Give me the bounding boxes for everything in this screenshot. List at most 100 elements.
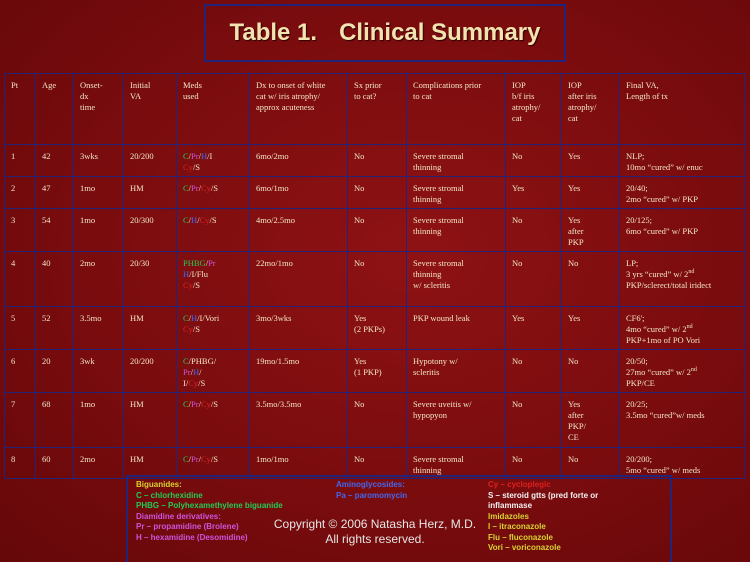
cell-iop-bf: No	[505, 208, 562, 252]
med-abbreviation: /	[199, 367, 202, 377]
column-header: Initial VA	[123, 73, 177, 145]
legend-entry: Aminoglycosides:	[336, 480, 405, 489]
cell-dx: 3mo/3wks	[249, 306, 348, 350]
cell-iop-bf: Yes	[505, 176, 562, 209]
cell-final: 20/125; 6mo “cured” w/ PKP	[619, 208, 745, 252]
cell-comp: Severe stromal thinning	[406, 144, 506, 177]
cell-iop-bf: Yes	[505, 306, 562, 350]
cell-onset: 3wk	[73, 349, 124, 393]
cell-comp: Severe uveitis w/ hypopyon	[406, 392, 506, 448]
cell-meds: C/H/I/Vori Cy/S	[176, 306, 250, 350]
med-abbreviation: Pr	[191, 151, 199, 161]
med-abbreviation: Cy	[183, 162, 193, 172]
legend-column-other: Cy – cycloplegic S – steroid gtts (pred f…	[488, 480, 598, 554]
legend-entry: Vori – voriconazole	[488, 543, 561, 552]
cell-onset: 1mo	[73, 392, 124, 448]
med-abbreviation: Pr	[208, 258, 216, 268]
cell-pt: 3	[4, 208, 36, 252]
cell-meds: C/Pr/Cy/S	[176, 176, 250, 209]
med-abbreviation: /S	[192, 324, 201, 334]
cell-age: 42	[35, 144, 74, 177]
med-abbreviation: Cy	[200, 399, 211, 409]
column-header: Age	[35, 73, 74, 145]
cell-sx: Yes (2 PKPs)	[347, 306, 407, 350]
cell-iop-af: No	[561, 447, 620, 479]
cell-va: HM	[123, 176, 177, 209]
cell-pt: 4	[4, 251, 36, 307]
table-row: 8 60 2mo HM C/Pr/Cy/S 1mo/1mo No Severe stromal…	[4, 447, 745, 479]
cell-comp: PKP wound leak	[406, 306, 506, 350]
cell-final: LP; 3 yrs “cured” w/ 2nd PKP/sclerect/to…	[619, 251, 745, 307]
column-header: Dx to onset of white cat w/ iris atrophy…	[249, 73, 348, 145]
legend-entry: Imidazoles	[488, 511, 529, 521]
table-row: 4 40 2mo 20/30 PHBG/Pr H/I/Flu Cy/S 22mo/1mo N…	[4, 251, 745, 307]
cell-sx: No	[347, 176, 407, 209]
title-text: Clinical Summary	[339, 19, 541, 46]
med-abbreviation: Cy	[183, 280, 193, 290]
cell-dx: 1mo/1mo	[249, 447, 348, 479]
legend-entry: Biguanides:	[136, 480, 182, 489]
med-abbreviation: /I/Vori	[197, 313, 220, 323]
column-header: Onset- dx time	[73, 73, 124, 145]
legend-entry: C – chlorhexidine	[136, 490, 203, 500]
legend-entry: H – hexamidine (Desomidine)	[136, 532, 248, 542]
cell-sx: Yes (1 PKP)	[347, 349, 407, 393]
med-abbreviation: Pr	[191, 183, 199, 193]
cell-va: HM	[123, 447, 177, 479]
cell-dx: 22mo/1mo	[249, 251, 348, 307]
cell-age: 40	[35, 251, 74, 307]
cell-iop-bf: No	[505, 392, 562, 448]
cell-iop-bf: No	[505, 349, 562, 393]
cell-comp: Severe stromal thinning	[406, 176, 506, 209]
med-abbreviation: Pr	[183, 367, 191, 377]
copyright-line: Copyright © 2006 Natasha Herz, M.D.	[273, 517, 477, 531]
column-header: Final VA, Length of tx	[619, 73, 745, 145]
cell-meds: C/PHBG/ Pr/H/ I/Cy/S	[176, 349, 250, 393]
column-header: Complications prior to cat	[406, 73, 506, 145]
cell-comp: Hypotony w/ scleritis	[406, 349, 506, 393]
med-abbreviation: Cy	[183, 324, 193, 334]
med-abbreviation: Cy	[199, 215, 210, 225]
cell-va: 20/300	[123, 208, 177, 252]
med-abbreviation: /S	[192, 280, 201, 290]
med-abbreviation: Pr	[191, 399, 199, 409]
cell-meds: C/Pr/Cy/S	[176, 392, 250, 448]
cell-meds: C/Pr/Cy/S	[176, 447, 250, 479]
med-abbreviation: Cy	[200, 454, 211, 464]
table-header-row: Pt Age Onset- dx time Initial VA Meds used Dx…	[4, 73, 745, 145]
legend-entry: PHBG – Polyhexamethylene biguanide	[136, 501, 283, 510]
legend-entry: Pr – propamidine (Brolene)	[136, 522, 239, 531]
cell-va: 20/200	[123, 349, 177, 393]
cell-final: 20/25; 3.5mo “cured”w/ meds	[619, 392, 745, 448]
legend-entry: Diamidine derivatives:	[136, 511, 221, 521]
cell-iop-bf: No	[505, 144, 562, 177]
table-row: 6 20 3wk 20/200 C/PHBG/ Pr/H/ I/Cy/S 19mo/1.5…	[4, 349, 745, 393]
title-table-number: Table 1.	[229, 19, 318, 46]
cell-pt: 5	[4, 306, 36, 350]
cell-final: 20/200; 5mo “cured” w/ meds	[619, 447, 745, 479]
cell-final: CF6'; 4mo “cured” w/ 2nd PKP+1mo of PO V…	[619, 306, 745, 350]
med-abbreviation: /S	[209, 215, 217, 225]
med-abbreviation: /S	[198, 378, 206, 388]
cell-iop-af: Yes after PKP/ CE	[561, 392, 620, 448]
cell-iop-af: No	[561, 251, 620, 307]
cell-pt: 2	[4, 176, 36, 209]
med-abbreviation: Cy	[200, 183, 211, 193]
cell-iop-bf: No	[505, 447, 562, 479]
cell-iop-af: Yes	[561, 306, 620, 350]
med-abbreviation: /I	[207, 151, 213, 161]
cell-iop-af: Yes after PKP	[561, 208, 620, 252]
column-header: Sx prior to cat?	[347, 73, 407, 145]
cell-comp: Severe stromal thinning	[406, 447, 506, 479]
cell-va: 20/30	[123, 251, 177, 307]
cell-final: NLP; 10mo “cured” w/ enuc	[619, 144, 745, 177]
cell-pt: 7	[4, 392, 36, 448]
legend-entry: Cy – cycloplegic	[488, 480, 551, 489]
cell-iop-af: Yes	[561, 176, 620, 209]
med-abbreviation: /S	[192, 162, 201, 172]
cell-onset: 1mo	[73, 176, 124, 209]
cell-onset: 3.5mo	[73, 306, 124, 350]
column-header: IOP after iris atrophy/ cat	[561, 73, 620, 145]
cell-meds: C/H/Cy/S	[176, 208, 250, 252]
column-header: Pt	[4, 73, 36, 145]
